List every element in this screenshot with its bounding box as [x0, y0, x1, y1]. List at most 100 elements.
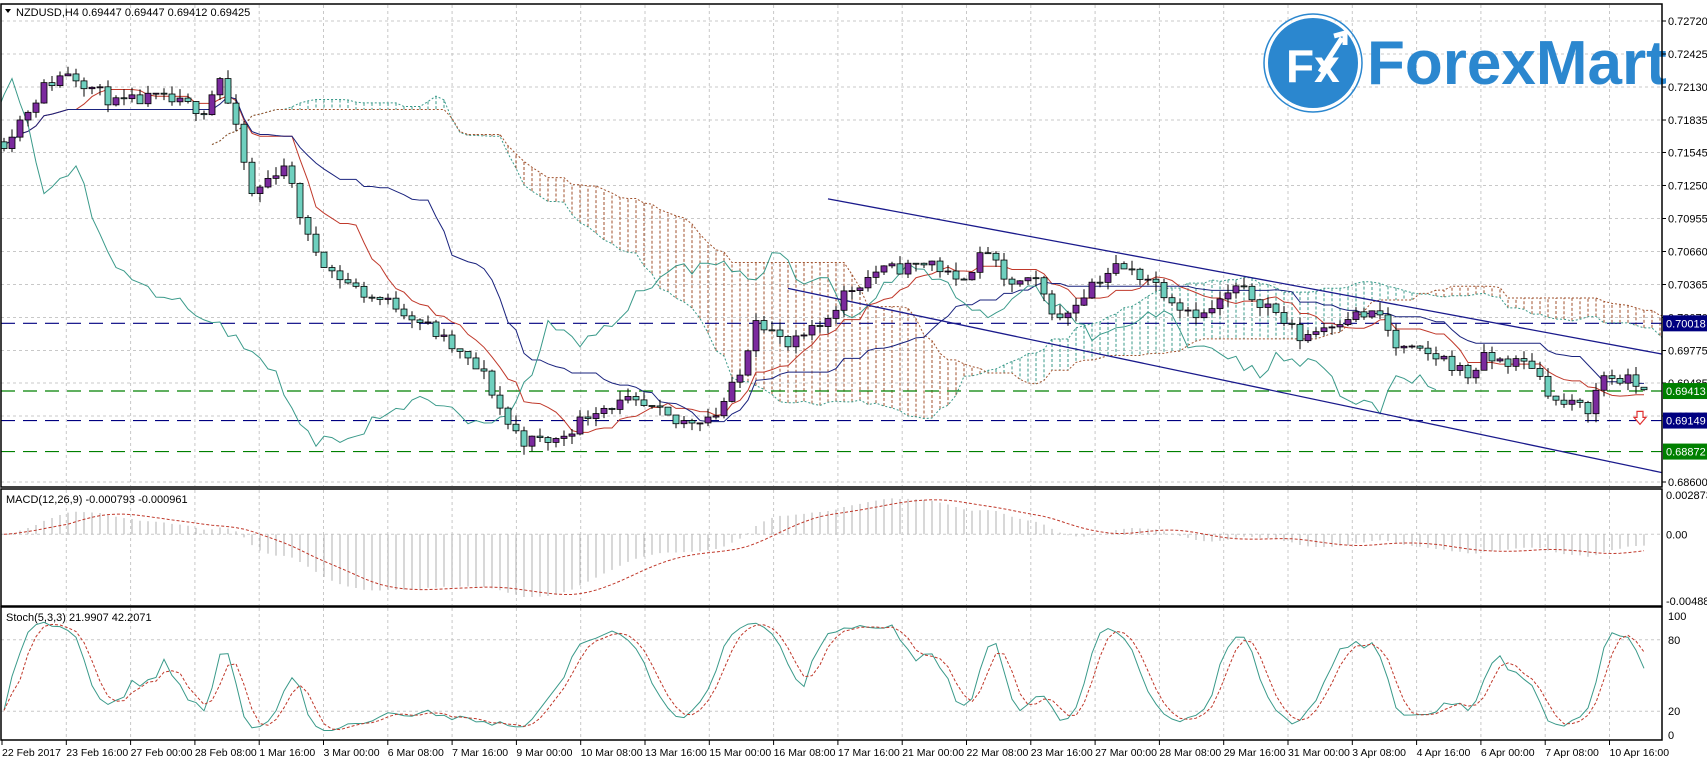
time-label: 10 Apr 16:00	[1610, 747, 1670, 759]
bull-candle	[1592, 389, 1600, 415]
bear-candle	[1136, 268, 1144, 280]
bear-candle	[760, 320, 768, 331]
time-label: 16 Mar 08:00	[774, 747, 836, 759]
bear-candle	[1280, 312, 1288, 324]
macd-tick-label: 0.00	[1666, 529, 1687, 541]
header-dropdown-icon[interactable]	[5, 9, 11, 13]
bear-candle	[224, 78, 232, 104]
bull-candle	[1312, 331, 1320, 335]
bull-candle	[272, 175, 280, 179]
bear-candle	[1536, 367, 1544, 377]
time-label: 7 Mar 16:00	[452, 747, 508, 759]
bear-candle	[1488, 352, 1496, 362]
bear-candle	[672, 414, 680, 425]
bear-candle	[136, 94, 144, 105]
time-label: 3 Apr 08:00	[1352, 747, 1406, 759]
bear-candle	[416, 319, 424, 323]
bear-candle	[168, 93, 176, 103]
bull-candle	[1072, 304, 1080, 314]
bear-candle	[984, 252, 992, 255]
bull-candle	[840, 290, 848, 311]
bear-candle	[816, 325, 824, 327]
bear-candle	[184, 97, 192, 102]
bear-candle	[328, 267, 336, 272]
bear-candle	[1056, 313, 1064, 319]
bull-candle	[736, 374, 744, 383]
bull-candle	[976, 252, 984, 273]
bull-candle	[128, 94, 136, 100]
bear-candle	[400, 308, 408, 317]
macd-tick-label: 0.002873	[1666, 490, 1707, 502]
time-label: 21 Mar 00:00	[902, 747, 964, 759]
bull-candle	[744, 350, 752, 376]
price-tick-label: 0.72425	[1668, 49, 1707, 61]
bear-candle	[312, 233, 320, 253]
bull-candle	[680, 420, 688, 425]
bull-candle	[832, 309, 840, 319]
price-tick-label: 0.70955	[1668, 213, 1707, 225]
price-tick-label: 0.71250	[1668, 180, 1707, 192]
bull-candle	[1440, 355, 1448, 360]
bear-candle	[896, 263, 904, 275]
bear-candle	[1584, 402, 1592, 415]
nzdusd-h4-chart[interactable]: Fx ForexMart 22 Feb 2017 23 Feb 16:00 27 F…	[0, 0, 1707, 763]
bear-candle	[1128, 268, 1136, 271]
bull-candle	[56, 75, 64, 86]
bear-candle	[368, 296, 376, 299]
bear-candle	[640, 399, 648, 406]
bear-candle	[960, 278, 968, 281]
bull-candle	[1512, 358, 1520, 367]
bear-candle	[192, 101, 200, 115]
stoch-pane[interactable]	[0, 606, 1663, 741]
bear-candle	[1168, 297, 1176, 304]
bull-candle	[1568, 399, 1576, 405]
bear-candle	[296, 182, 304, 218]
bull-candle	[792, 335, 800, 348]
bear-candle	[160, 92, 168, 95]
pane-frames	[0, 3, 1663, 741]
bull-candle	[1304, 334, 1312, 342]
bull-candle	[928, 260, 936, 266]
macd-pane[interactable]	[0, 488, 1663, 607]
bull-candle	[904, 262, 912, 275]
bull-candle	[1216, 298, 1224, 310]
bull-candle	[944, 270, 952, 273]
bull-candle	[968, 271, 976, 281]
time-label: 13 Mar 16:00	[645, 747, 707, 759]
bull-candle	[600, 407, 608, 414]
level-label: 0.70018	[1666, 318, 1706, 330]
bear-candle	[120, 97, 128, 100]
bull-candle	[880, 265, 888, 273]
bull-candle	[864, 276, 872, 289]
bull-candle	[728, 381, 736, 402]
bear-candle	[448, 334, 456, 350]
bear-candle	[1152, 278, 1160, 283]
sell-arrow-icon	[1632, 410, 1648, 426]
price-tick-label: 0.69775	[1668, 346, 1707, 358]
bear-candle	[1160, 282, 1168, 299]
price-tick-label: 0.70365	[1668, 280, 1707, 292]
bull-candle	[440, 334, 448, 337]
time-label: 10 Mar 08:00	[581, 747, 643, 759]
bull-candle	[800, 334, 808, 337]
bull-candle	[752, 320, 760, 352]
bear-candle	[584, 416, 592, 419]
time-label: 17 Mar 16:00	[838, 747, 900, 759]
bull-candle	[1400, 345, 1408, 349]
macd-series	[3, 498, 1645, 598]
bear-candle	[1, 141, 8, 149]
time-label: 4 Apr 16:00	[1417, 747, 1471, 759]
bear-candle	[1560, 399, 1568, 405]
chart-header: NZDUSD,H4 0.69447 0.69447 0.69412 0.6942…	[16, 7, 250, 19]
bear-candle	[952, 270, 960, 280]
bear-candle	[1544, 375, 1552, 397]
bear-candle	[504, 407, 512, 425]
bear-candle	[320, 251, 328, 268]
bear-candle	[472, 357, 480, 370]
bear-candle	[248, 161, 256, 194]
bull-candle	[1224, 292, 1232, 300]
tenkan-sen-line	[3, 88, 1644, 433]
time-label: 28 Feb 08:00	[195, 747, 257, 759]
bear-candle	[1640, 386, 1648, 391]
bear-candle	[1256, 299, 1264, 308]
